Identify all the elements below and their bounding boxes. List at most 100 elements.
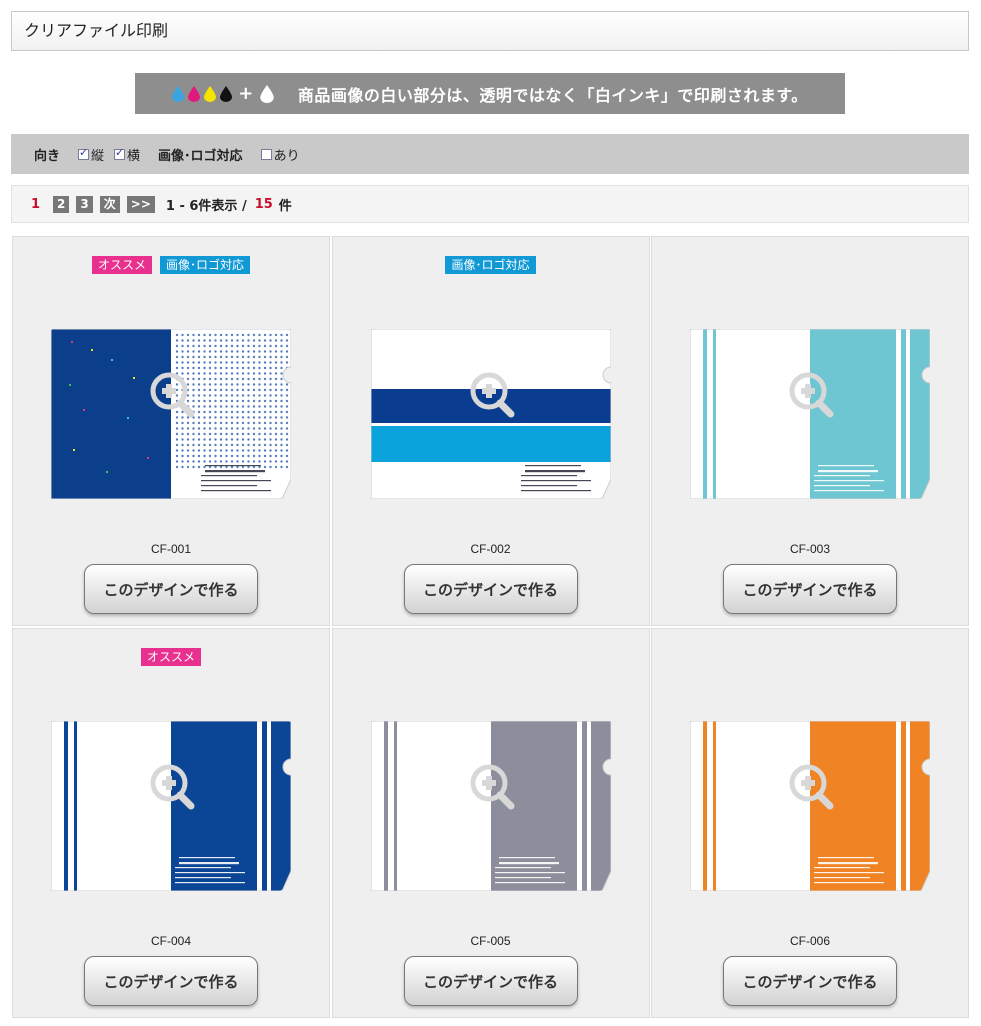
pattern-dot	[263, 465, 267, 469]
make-with-design-button[interactable]: このデザインで作る	[403, 564, 578, 614]
pattern-dot	[219, 366, 223, 370]
landscape-checkbox-box[interactable]	[114, 146, 126, 160]
pattern-dot	[230, 416, 234, 419]
make-with-design-button[interactable]: このデザインで作る	[723, 956, 897, 1006]
sparkle-dot	[111, 359, 113, 361]
sparkle-dot	[71, 341, 73, 343]
pattern-dot	[274, 443, 278, 447]
pattern-dot	[247, 416, 250, 419]
pattern-dot	[241, 443, 245, 447]
pattern-dot	[269, 388, 272, 392]
pattern-dot	[247, 438, 250, 441]
pattern-dot	[280, 333, 283, 337]
pattern-dot	[263, 427, 267, 430]
pattern-dot	[285, 410, 289, 414]
pattern-dot	[258, 449, 261, 452]
pattern-dot	[274, 399, 278, 403]
pattern-dot	[247, 421, 250, 425]
logo-option-label: あり	[273, 148, 300, 164]
pattern-dot	[252, 405, 256, 408]
product-thumbnail[interactable]	[690, 721, 930, 891]
pattern-dot	[236, 410, 239, 414]
pattern-dot	[274, 405, 278, 408]
page-last-button[interactable]: >>	[126, 195, 155, 213]
pattern-dot	[186, 355, 190, 359]
portrait-checkbox[interactable]: 縦	[78, 145, 104, 164]
pattern-dot	[236, 443, 239, 447]
pattern-dot	[258, 421, 261, 425]
left-stripe	[703, 721, 707, 891]
product-thumbnail[interactable]	[370, 721, 611, 891]
product-thumbnail[interactable]	[370, 329, 611, 499]
pattern-dot	[241, 421, 245, 425]
pattern-dot	[263, 350, 267, 353]
make-with-design-button[interactable]: このデザインで作る	[723, 564, 897, 614]
pattern-dot	[258, 383, 261, 386]
logo-checkbox[interactable]: あり	[260, 145, 300, 164]
left-stripe	[713, 721, 716, 891]
pattern-dot	[269, 372, 272, 375]
pattern-dot	[219, 361, 223, 364]
page-next-button[interactable]: 次	[99, 195, 120, 213]
pattern-dot	[208, 339, 212, 342]
pattern-dot	[181, 449, 184, 452]
product-thumbnail[interactable]	[51, 329, 291, 499]
pattern-dot	[181, 350, 184, 353]
company-info-line	[201, 480, 271, 482]
pattern-dot	[203, 399, 206, 403]
pattern-dot	[192, 427, 195, 430]
page-total-unit: 件	[278, 198, 292, 214]
pattern-dot	[208, 333, 212, 337]
pattern-dot	[280, 339, 283, 342]
pattern-dot	[285, 405, 289, 408]
pattern-dot	[258, 438, 261, 441]
pattern-dot	[274, 339, 278, 342]
page-link-2[interactable]: 2	[53, 195, 70, 213]
pattern-dot	[225, 333, 228, 337]
pattern-dot	[263, 449, 267, 452]
company-info-line	[814, 485, 870, 487]
pattern-dot	[285, 438, 289, 441]
make-with-design-button[interactable]: このデザインで作る	[84, 956, 258, 1006]
pattern-dot	[192, 399, 195, 403]
pattern-dot	[197, 372, 201, 375]
magenta-drop-icon	[188, 85, 201, 102]
product-card: オススメ 画像･ロゴ対応 CF-001 このデザインで作る	[12, 236, 330, 626]
make-with-design-button[interactable]: このデザインで作る	[84, 564, 258, 614]
pattern-dot	[241, 405, 245, 408]
pattern-dot	[181, 333, 184, 337]
logo-checkbox-box[interactable]	[260, 148, 272, 160]
pattern-dot	[225, 416, 228, 419]
pattern-dot	[214, 344, 217, 348]
pattern-dot	[247, 410, 250, 414]
pattern-dot	[208, 460, 212, 463]
zoom-plus-v	[485, 384, 492, 398]
pattern-dot	[203, 427, 206, 430]
pattern-dot	[203, 454, 206, 458]
pattern-dot	[225, 355, 228, 359]
pattern-dot	[219, 421, 223, 425]
portrait-label: 縦	[91, 148, 105, 164]
pattern-dot	[263, 399, 267, 403]
pattern-dot	[192, 333, 195, 337]
pattern-dot	[225, 366, 228, 370]
product-thumbnail[interactable]	[51, 721, 291, 891]
company-info-line	[818, 465, 874, 467]
page-link-3[interactable]: 3	[76, 195, 93, 213]
pattern-dot	[219, 339, 223, 342]
portrait-checkbox-box[interactable]	[78, 146, 90, 160]
pattern-dot	[241, 350, 245, 353]
pattern-dot	[208, 372, 212, 375]
pattern-dot	[192, 355, 195, 359]
landscape-checkbox[interactable]: 横	[114, 145, 140, 164]
pattern-dot	[186, 399, 190, 403]
pattern-dot	[225, 377, 228, 381]
product-thumbnail[interactable]	[690, 329, 930, 499]
make-with-design-button[interactable]: このデザインで作る	[403, 956, 578, 1006]
pattern-dot	[252, 410, 256, 414]
left-stripe	[64, 721, 68, 891]
magenta-drop-shape	[188, 85, 201, 102]
pattern-dot	[269, 355, 272, 359]
pattern-dot	[230, 394, 234, 397]
pattern-dot	[258, 350, 261, 353]
